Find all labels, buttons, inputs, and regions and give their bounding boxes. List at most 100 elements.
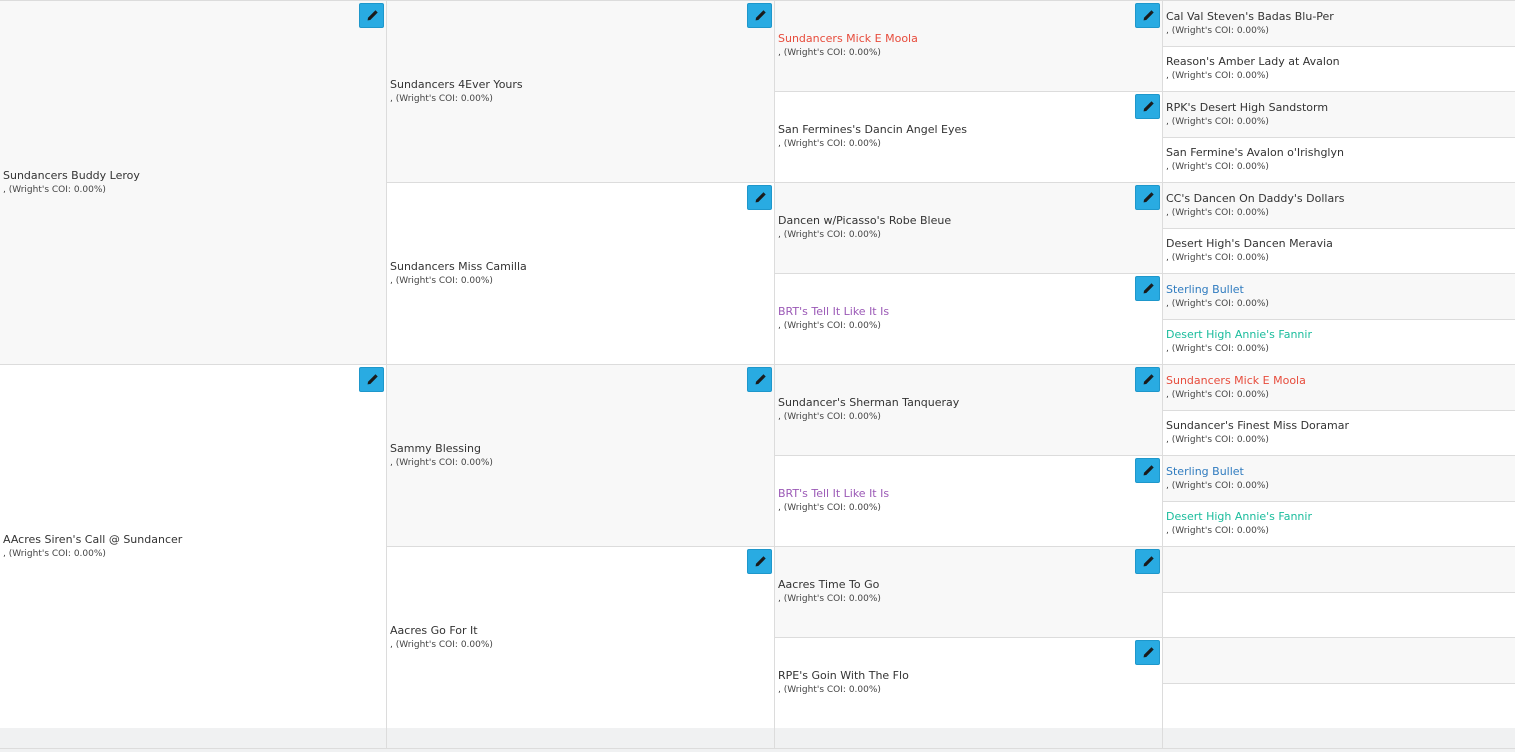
pedigree-cell-gen2: Sundancers 4Ever Yours, (Wright's COI: 0… (386, 0, 774, 182)
coi-label: , (Wright's COI: 0.00%) (778, 412, 881, 422)
coi-label: , (Wright's COI: 0.00%) (778, 139, 881, 149)
pedigree-cell-gen4: Sterling Bullet, (Wright's COI: 0.00%) (1162, 273, 1515, 319)
animal-info: Desert High Annie's Fannir , (Wright's CO… (1166, 510, 1481, 538)
animal-info: San Fermine's Avalon o'Irishglyn , (Wrigh… (1166, 146, 1481, 174)
pedigree-cell-gen4: Sundancer's Finest Miss Doramar , (Wright… (1162, 410, 1515, 455)
pencil-icon (367, 373, 378, 384)
edit-button[interactable] (747, 549, 772, 574)
animal-info: Sterling Bullet, (Wright's COI: 0.00%) (1166, 465, 1481, 493)
coi-label: , (Wright's COI: 0.00%) (778, 48, 881, 58)
animal-name[interactable]: San Fermine's Avalon o'Irishglyn (1166, 146, 1481, 160)
animal-name[interactable]: Desert High Annie's Fannir (1166, 510, 1481, 524)
pedigree-cell-gen3: BRT's Tell It Like It Is , (Wright's COI:… (774, 455, 1162, 546)
pedigree-cell-gen4: San Fermine's Avalon o'Irishglyn , (Wrigh… (1162, 137, 1515, 182)
animal-name[interactable]: AAcres Siren's Call @ Sundancer (3, 533, 352, 547)
coi-label: , (Wright's COI: 0.00%) (1166, 253, 1269, 263)
pedigree-cell-gen4: Sterling Bullet, (Wright's COI: 0.00%) (1162, 455, 1515, 501)
animal-info: Sundancers Mick E Moola , (Wright's COI: … (778, 32, 1128, 60)
pedigree-cell-gen4 (1162, 683, 1515, 728)
pedigree-cell-gen2: Sundancers Miss Camilla, (Wright's COI: … (386, 182, 774, 364)
coi-label: , (Wright's COI: 0.00%) (1166, 207, 1269, 218)
animal-name[interactable]: Sundancers Miss Camilla (390, 260, 740, 274)
coi-label: , (Wright's COI: 0.00%) (390, 639, 493, 650)
pencil-icon (1143, 646, 1154, 657)
edit-button[interactable] (1135, 276, 1160, 301)
pencil-icon (1143, 464, 1154, 475)
coi-label: , (Wright's COI: 0.00%) (3, 548, 106, 559)
pedigree-cell-gen3: BRT's Tell It Like It Is , (Wright's COI:… (774, 273, 1162, 364)
animal-name[interactable]: RPK's Desert High Sandstorm (1166, 101, 1481, 115)
footer-column-divider (1162, 728, 1515, 748)
edit-button[interactable] (1135, 458, 1160, 483)
pencil-icon (1143, 9, 1154, 20)
pedigree-cell-gen4: Desert High Annie's Fannir , (Wright's CO… (1162, 319, 1515, 364)
animal-name[interactable]: Dancen w/Picasso's Robe Bleue (778, 214, 1128, 228)
animal-info: Sundancer's Sherman Tanqueray , (Wright's… (778, 396, 1128, 424)
animal-name[interactable]: Cal Val Steven's Badas Blu-Per (1166, 10, 1481, 24)
coi-label: , (Wright's COI: 0.00%) (390, 275, 493, 286)
pencil-icon (1143, 373, 1154, 384)
animal-name[interactable]: BRT's Tell It Like It Is (778, 305, 1128, 319)
coi-label: , (Wright's COI: 0.00%) (1166, 389, 1269, 400)
animal-info: BRT's Tell It Like It Is , (Wright's COI:… (778, 305, 1128, 333)
coi-label: , (Wright's COI: 0.00%) (1166, 71, 1269, 81)
animal-name[interactable]: Sundancers Mick E Moola (778, 32, 1128, 46)
edit-button[interactable] (1135, 3, 1160, 28)
animal-name[interactable]: Sterling Bullet (1166, 283, 1481, 297)
animal-info: BRT's Tell It Like It Is , (Wright's COI:… (778, 487, 1128, 515)
pedigree-cell-gen4 (1162, 637, 1515, 683)
pedigree-cell-gen3: Sundancer's Sherman Tanqueray , (Wright's… (774, 364, 1162, 455)
animal-name[interactable]: Sundancers Buddy Leroy (3, 169, 352, 183)
pencil-icon (367, 9, 378, 20)
animal-name[interactable]: RPE's Goin With The Flo (778, 669, 1128, 683)
animal-name[interactable]: San Fermines's Dancin Angel Eyes (778, 123, 1128, 137)
animal-info: RPK's Desert High Sandstorm, (Wright's C… (1166, 101, 1481, 129)
animal-name[interactable]: Sterling Bullet (1166, 465, 1481, 479)
edit-button[interactable] (359, 3, 384, 28)
pedigree-chart: Sundancers Buddy Leroy , (Wright's COI: 0… (0, 0, 1515, 752)
pencil-icon (1143, 191, 1154, 202)
pedigree-cell-gen3: Aacres Time To Go , (Wright's COI: 0.00%) (774, 546, 1162, 637)
footer-border (0, 748, 1515, 749)
edit-button[interactable] (747, 367, 772, 392)
animal-name[interactable]: Reason's Amber Lady at Avalon (1166, 55, 1481, 69)
animal-name[interactable]: BRT's Tell It Like It Is (778, 487, 1128, 501)
edit-button[interactable] (747, 3, 772, 28)
coi-label: , (Wright's COI: 0.00%) (1166, 344, 1269, 354)
pedigree-cell-gen4: Sundancers Mick E Moola, (Wright's COI: … (1162, 364, 1515, 410)
animal-name[interactable]: Sundancer's Sherman Tanqueray (778, 396, 1128, 410)
coi-label: , (Wright's COI: 0.00%) (1166, 526, 1269, 536)
pencil-icon (755, 373, 766, 384)
edit-button[interactable] (1135, 185, 1160, 210)
edit-button[interactable] (747, 185, 772, 210)
edit-button[interactable] (1135, 94, 1160, 119)
animal-name[interactable]: Desert High's Dancen Meravia (1166, 237, 1481, 251)
pedigree-cell-gen1: AAcres Siren's Call @ Sundancer, (Wright… (0, 364, 386, 728)
edit-button[interactable] (359, 367, 384, 392)
edit-button[interactable] (1135, 640, 1160, 665)
pedigree-cell-gen1: Sundancers Buddy Leroy, (Wright's COI: 0… (0, 0, 386, 364)
animal-info: RPE's Goin With The Flo , (Wright's COI: … (778, 669, 1128, 697)
pencil-icon (1143, 555, 1154, 566)
animal-name[interactable]: CC's Dancen On Daddy's Dollars (1166, 192, 1481, 206)
animal-name[interactable]: Sundancers 4Ever Yours (390, 78, 740, 92)
animal-name[interactable]: Sundancers Mick E Moola (1166, 374, 1481, 388)
animal-info: Desert High Annie's Fannir , (Wright's CO… (1166, 328, 1481, 356)
animal-name[interactable]: Aacres Go For It (390, 624, 740, 638)
edit-button[interactable] (1135, 367, 1160, 392)
animal-info: Aacres Time To Go , (Wright's COI: 0.00%) (778, 578, 1128, 606)
animal-info: Cal Val Steven's Badas Blu-Per, (Wright'… (1166, 10, 1481, 38)
animal-info: Desert High's Dancen Meravia , (Wright's … (1166, 237, 1481, 265)
animal-name[interactable]: Sammy Blessing (390, 442, 740, 456)
coi-label: , (Wright's COI: 0.00%) (778, 230, 881, 240)
coi-label: , (Wright's COI: 0.00%) (1166, 25, 1269, 36)
coi-label: , (Wright's COI: 0.00%) (778, 685, 881, 695)
pedigree-cell-gen4 (1162, 592, 1515, 637)
coi-label: , (Wright's COI: 0.00%) (778, 321, 881, 331)
edit-button[interactable] (1135, 549, 1160, 574)
animal-name[interactable]: Sundancer's Finest Miss Doramar (1166, 419, 1481, 433)
animal-name[interactable]: Desert High Annie's Fannir (1166, 328, 1481, 342)
animal-name[interactable]: Aacres Time To Go (778, 578, 1128, 592)
pedigree-cell-gen4 (1162, 546, 1515, 592)
coi-label: , (Wright's COI: 0.00%) (1166, 162, 1269, 172)
